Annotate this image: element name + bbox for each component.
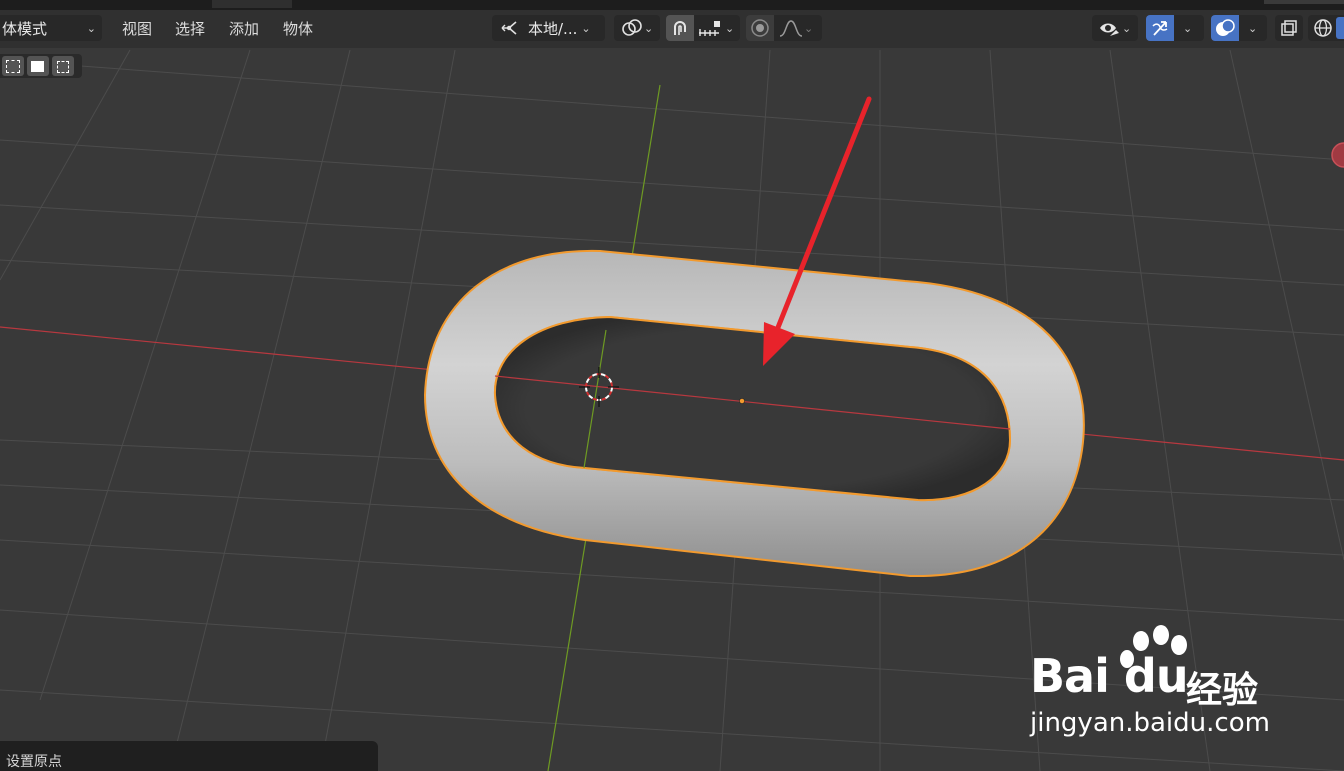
wireframe-shading-icon[interactable] <box>1312 17 1334 39</box>
watermark-product: 经验 <box>1186 670 1259 711</box>
baidu-watermark: Bai du 经验 jingyan.baidu.com <box>1030 625 1290 745</box>
orientation-icon <box>501 21 517 35</box>
chevron-down-icon[interactable]: ⌄ <box>725 22 734 35</box>
transform-orientation-dropdown[interactable]: 本地/... ⌄ <box>492 15 605 41</box>
proportional-edit-icon <box>751 19 769 37</box>
selection-mode-icons <box>0 54 82 78</box>
falloff-icon[interactable] <box>778 18 804 38</box>
visibility-icon <box>1100 23 1119 36</box>
watermark-url: jingyan.baidu.com <box>1030 708 1270 738</box>
xray-icon <box>1281 20 1297 36</box>
chevron-down-icon[interactable]: ⌄ <box>1183 22 1192 35</box>
chevron-down-icon: ⌄ <box>644 21 654 35</box>
snap-toggle[interactable] <box>666 15 694 41</box>
snap-increment-icon[interactable] <box>697 18 723 38</box>
gizmo-icon <box>1152 21 1168 36</box>
snap-icon <box>674 21 686 35</box>
chevron-down-icon: ⌄ <box>86 21 96 35</box>
menu-object[interactable]: 物体 <box>283 18 313 39</box>
chevron-down-icon: ⌄ <box>581 21 591 35</box>
snap-group: ⌄ <box>666 15 740 41</box>
object-visibility-dropdown[interactable]: ⌄ <box>1092 15 1138 41</box>
chevron-down-icon[interactable]: ⌄ <box>1248 22 1257 35</box>
overlay-icon <box>1216 19 1235 36</box>
chevron-down-icon: ⌄ <box>1122 21 1132 35</box>
gizmo-toggle[interactable] <box>1146 15 1174 41</box>
object-origin-dot[interactable] <box>739 398 745 404</box>
solid-shading-button[interactable] <box>1336 17 1344 39</box>
menu-add[interactable]: 添加 <box>229 18 259 39</box>
select-subtract-button[interactable] <box>52 56 74 76</box>
mode-selector[interactable]: 体模式 ⌄ <box>0 15 102 41</box>
select-extend-button[interactable] <box>27 56 49 76</box>
overlay-group: ⌄ <box>1211 15 1267 41</box>
pivot-icon <box>622 19 642 36</box>
orientation-label: 本地/... <box>528 19 578 38</box>
proportional-edit-group: ⌄ <box>746 15 822 41</box>
xray-toggle[interactable] <box>1275 15 1303 41</box>
operator-name: 设置原点 <box>6 754 62 770</box>
viewport-header: 体模式 ⌄ 视图 选择 添加 物体 本地/... ⌄ ⌄ ⌄ ⌄ ⌄ ⌄ ⌄ <box>0 10 1344 48</box>
select-new-button[interactable] <box>2 56 24 76</box>
watermark-brand: Bai du <box>1030 649 1189 703</box>
gizmo-group: ⌄ <box>1146 15 1204 41</box>
menu-view[interactable]: 视图 <box>122 18 152 39</box>
torus-object[interactable] <box>423 249 1085 578</box>
overlay-toggle[interactable] <box>1211 15 1239 41</box>
proportional-edit-toggle[interactable] <box>746 15 774 41</box>
operator-status-panel[interactable]: 设置原点 <box>0 741 378 771</box>
navigation-gizmo-x-ball[interactable] <box>1331 142 1344 168</box>
shading-mode-group <box>1308 15 1344 41</box>
menu-select[interactable]: 选择 <box>175 18 205 39</box>
pivot-point-dropdown[interactable]: ⌄ <box>614 15 660 41</box>
mode-label: 体模式 <box>2 19 48 38</box>
chevron-down-icon[interactable]: ⌄ <box>804 22 813 35</box>
